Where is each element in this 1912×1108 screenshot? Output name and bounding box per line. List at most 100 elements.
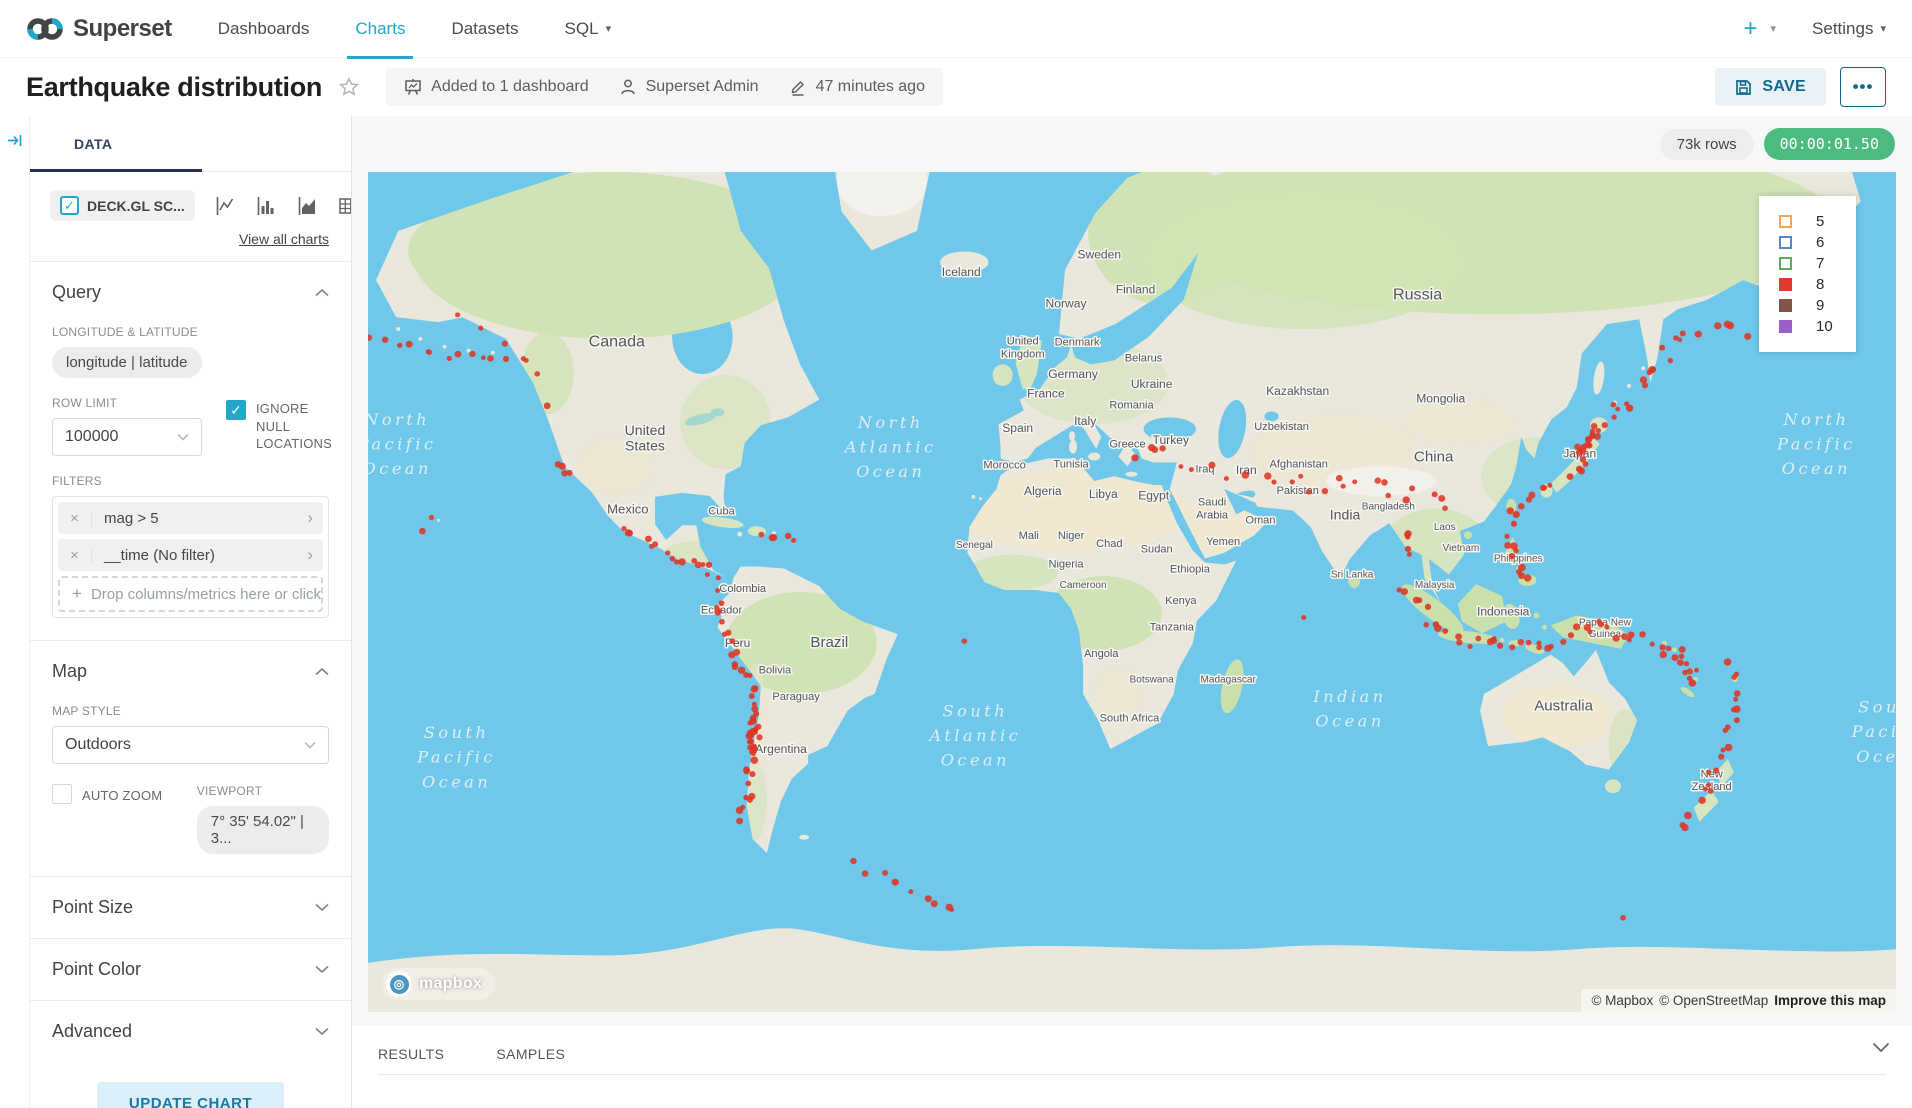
- legend-item[interactable]: 8: [1779, 276, 1836, 293]
- chart-canvas-area: 73k rows 00:00:01.50: [352, 116, 1912, 1108]
- settings-menu[interactable]: Settings▾: [1812, 19, 1886, 39]
- mapbox-logo[interactable]: ◎ mapbox: [382, 968, 495, 1000]
- data-panel: DATA ✓ DECK.GL SC... 4k View all charts: [30, 116, 352, 1108]
- improve-map-link[interactable]: Improve this map: [1774, 993, 1886, 1008]
- nav-item-dashboards[interactable]: Dashboards: [218, 0, 310, 58]
- checkbox-checked-icon: ✓: [60, 196, 79, 215]
- country-label: Sweden: [1077, 247, 1121, 261]
- legend-swatch-icon: [1779, 215, 1792, 228]
- filters-box: ×mag > 5› ×__time (No filter)› + Drop col…: [52, 496, 329, 618]
- country-label: Paraguay: [772, 691, 820, 703]
- new-item-button[interactable]: +▾: [1743, 15, 1776, 43]
- chevron-down-icon: ▾: [606, 22, 612, 35]
- lon-lat-chip[interactable]: longitude | latitude: [52, 347, 202, 378]
- country-label: Mexico: [607, 502, 648, 517]
- country-label: Romania: [1109, 400, 1154, 412]
- results-tabs: RESULTS SAMPLES: [378, 1026, 1886, 1075]
- country-label: France: [1027, 387, 1065, 401]
- meta-pencil[interactable]: 47 minutes ago: [789, 78, 925, 96]
- country-label: Bolivia: [759, 665, 793, 677]
- mapbox-logo-icon: ◎: [386, 971, 412, 997]
- table-icon[interactable]: [337, 195, 352, 217]
- remove-filter-icon[interactable]: ×: [58, 510, 92, 527]
- brand-name: Superset: [73, 15, 172, 43]
- country-label: Kazakhstan: [1266, 384, 1329, 398]
- country-label: Laos: [1434, 522, 1456, 533]
- country-label: Senegal: [956, 540, 993, 551]
- nav-item-sql[interactable]: SQL▾: [565, 0, 612, 58]
- country-label: Iceland: [942, 265, 981, 279]
- ocean-label: SouthPacificOcean: [1851, 698, 1896, 766]
- tab-results[interactable]: RESULTS: [378, 1026, 444, 1074]
- map-attribution: © Mapbox © OpenStreetMap Improve this ma…: [1581, 989, 1896, 1012]
- country-label: Spain: [1002, 421, 1033, 435]
- area-chart-icon[interactable]: [296, 195, 318, 217]
- tab-data[interactable]: DATA: [74, 136, 112, 152]
- legend-item[interactable]: 9: [1779, 297, 1836, 314]
- section-point-size[interactable]: Point Size: [30, 876, 351, 938]
- nav-item-charts[interactable]: Charts: [355, 0, 405, 58]
- legend-swatch-icon: [1779, 236, 1792, 249]
- save-disk-icon: [1735, 79, 1752, 96]
- bar-chart-icon[interactable]: [255, 195, 277, 217]
- section-advanced[interactable]: Advanced: [30, 1000, 351, 1062]
- plus-icon: +: [72, 584, 82, 604]
- legend-item[interactable]: 6: [1779, 234, 1836, 251]
- meta-dashboard[interactable]: Added to 1 dashboard: [404, 78, 588, 96]
- query-section-header[interactable]: Query: [52, 278, 329, 307]
- legend-swatch-icon: [1779, 278, 1792, 291]
- section-point-color[interactable]: Point Color: [30, 938, 351, 1000]
- country-label: Colombia: [719, 583, 767, 595]
- auto-zoom-checkbox[interactable]: [52, 784, 72, 804]
- osm-attribution-link[interactable]: © OpenStreetMap: [1659, 993, 1768, 1008]
- map-style-select[interactable]: Outdoors: [52, 726, 329, 764]
- status-bar: 73k rows 00:00:01.50: [352, 116, 1912, 172]
- collapse-results-chevron-icon[interactable]: [1872, 1042, 1890, 1053]
- ignore-null-checkbox[interactable]: ✓: [226, 400, 246, 420]
- legend-item[interactable]: 5: [1779, 213, 1836, 230]
- filter-chip[interactable]: ×mag > 5›: [58, 502, 323, 534]
- country-label: Argentina: [755, 742, 807, 756]
- chart-meta-bar: Added to 1 dashboard Superset Admin 47 min…: [386, 68, 943, 106]
- page-title: Earthquake distribution: [26, 72, 322, 103]
- collapse-panel-icon[interactable]: [6, 132, 23, 1108]
- dashboard-icon: [404, 78, 422, 96]
- save-button[interactable]: SAVE: [1715, 68, 1826, 106]
- country-label: Sri Lanka: [1331, 569, 1374, 580]
- filter-chip[interactable]: ×__time (No filter)›: [58, 539, 323, 571]
- country-label: UnitedStates: [625, 422, 666, 453]
- country-label: Denmark: [1055, 337, 1100, 349]
- row-limit-select[interactable]: 100000: [52, 418, 202, 456]
- view-all-charts-link[interactable]: View all charts: [30, 225, 351, 261]
- active-tab-underline: [30, 169, 202, 172]
- viewport-chip[interactable]: 7° 35' 54.02" | 3...: [197, 806, 329, 854]
- country-label: Cuba: [708, 506, 735, 518]
- world-map[interactable]: NorthPacificOceanNorthAtlanticOceanNorth…: [368, 172, 1896, 1012]
- legend-item[interactable]: 10: [1779, 318, 1836, 335]
- country-label: Egypt: [1138, 489, 1170, 503]
- line-chart-icon[interactable]: [214, 195, 236, 217]
- legend-swatch-icon: [1779, 299, 1792, 312]
- chevron-down-icon: [177, 433, 189, 441]
- country-label: Ethiopia: [1170, 563, 1211, 575]
- country-label: China: [1414, 450, 1454, 466]
- lon-lat-label: LONGITUDE & LATITUDE: [52, 325, 329, 339]
- mapbox-attribution-link[interactable]: © Mapbox: [1591, 993, 1653, 1008]
- superset-logo[interactable]: Superset: [26, 14, 172, 44]
- filter-drop-zone[interactable]: + Drop columns/metrics here or click: [58, 576, 323, 612]
- update-chart-button[interactable]: UPDATE CHART: [97, 1082, 284, 1108]
- favorite-star-icon[interactable]: [338, 76, 360, 98]
- more-options-button[interactable]: •••: [1840, 67, 1886, 107]
- nav-item-datasets[interactable]: Datasets: [451, 0, 518, 58]
- remove-filter-icon[interactable]: ×: [58, 547, 92, 564]
- chevron-down-icon: ▾: [1880, 22, 1886, 35]
- country-label: Ukraine: [1131, 377, 1173, 391]
- country-label: Vietnam: [1442, 543, 1479, 554]
- meta-user[interactable]: Superset Admin: [619, 78, 759, 96]
- tab-samples[interactable]: SAMPLES: [496, 1026, 565, 1074]
- map-container[interactable]: NorthPacificOceanNorthAtlanticOceanNorth…: [368, 172, 1896, 1012]
- map-section-header[interactable]: Map: [52, 657, 329, 686]
- viz-type-selected-chip[interactable]: ✓ DECK.GL SC...: [50, 190, 195, 221]
- country-label: Germany: [1048, 367, 1098, 381]
- legend-item[interactable]: 7: [1779, 255, 1836, 272]
